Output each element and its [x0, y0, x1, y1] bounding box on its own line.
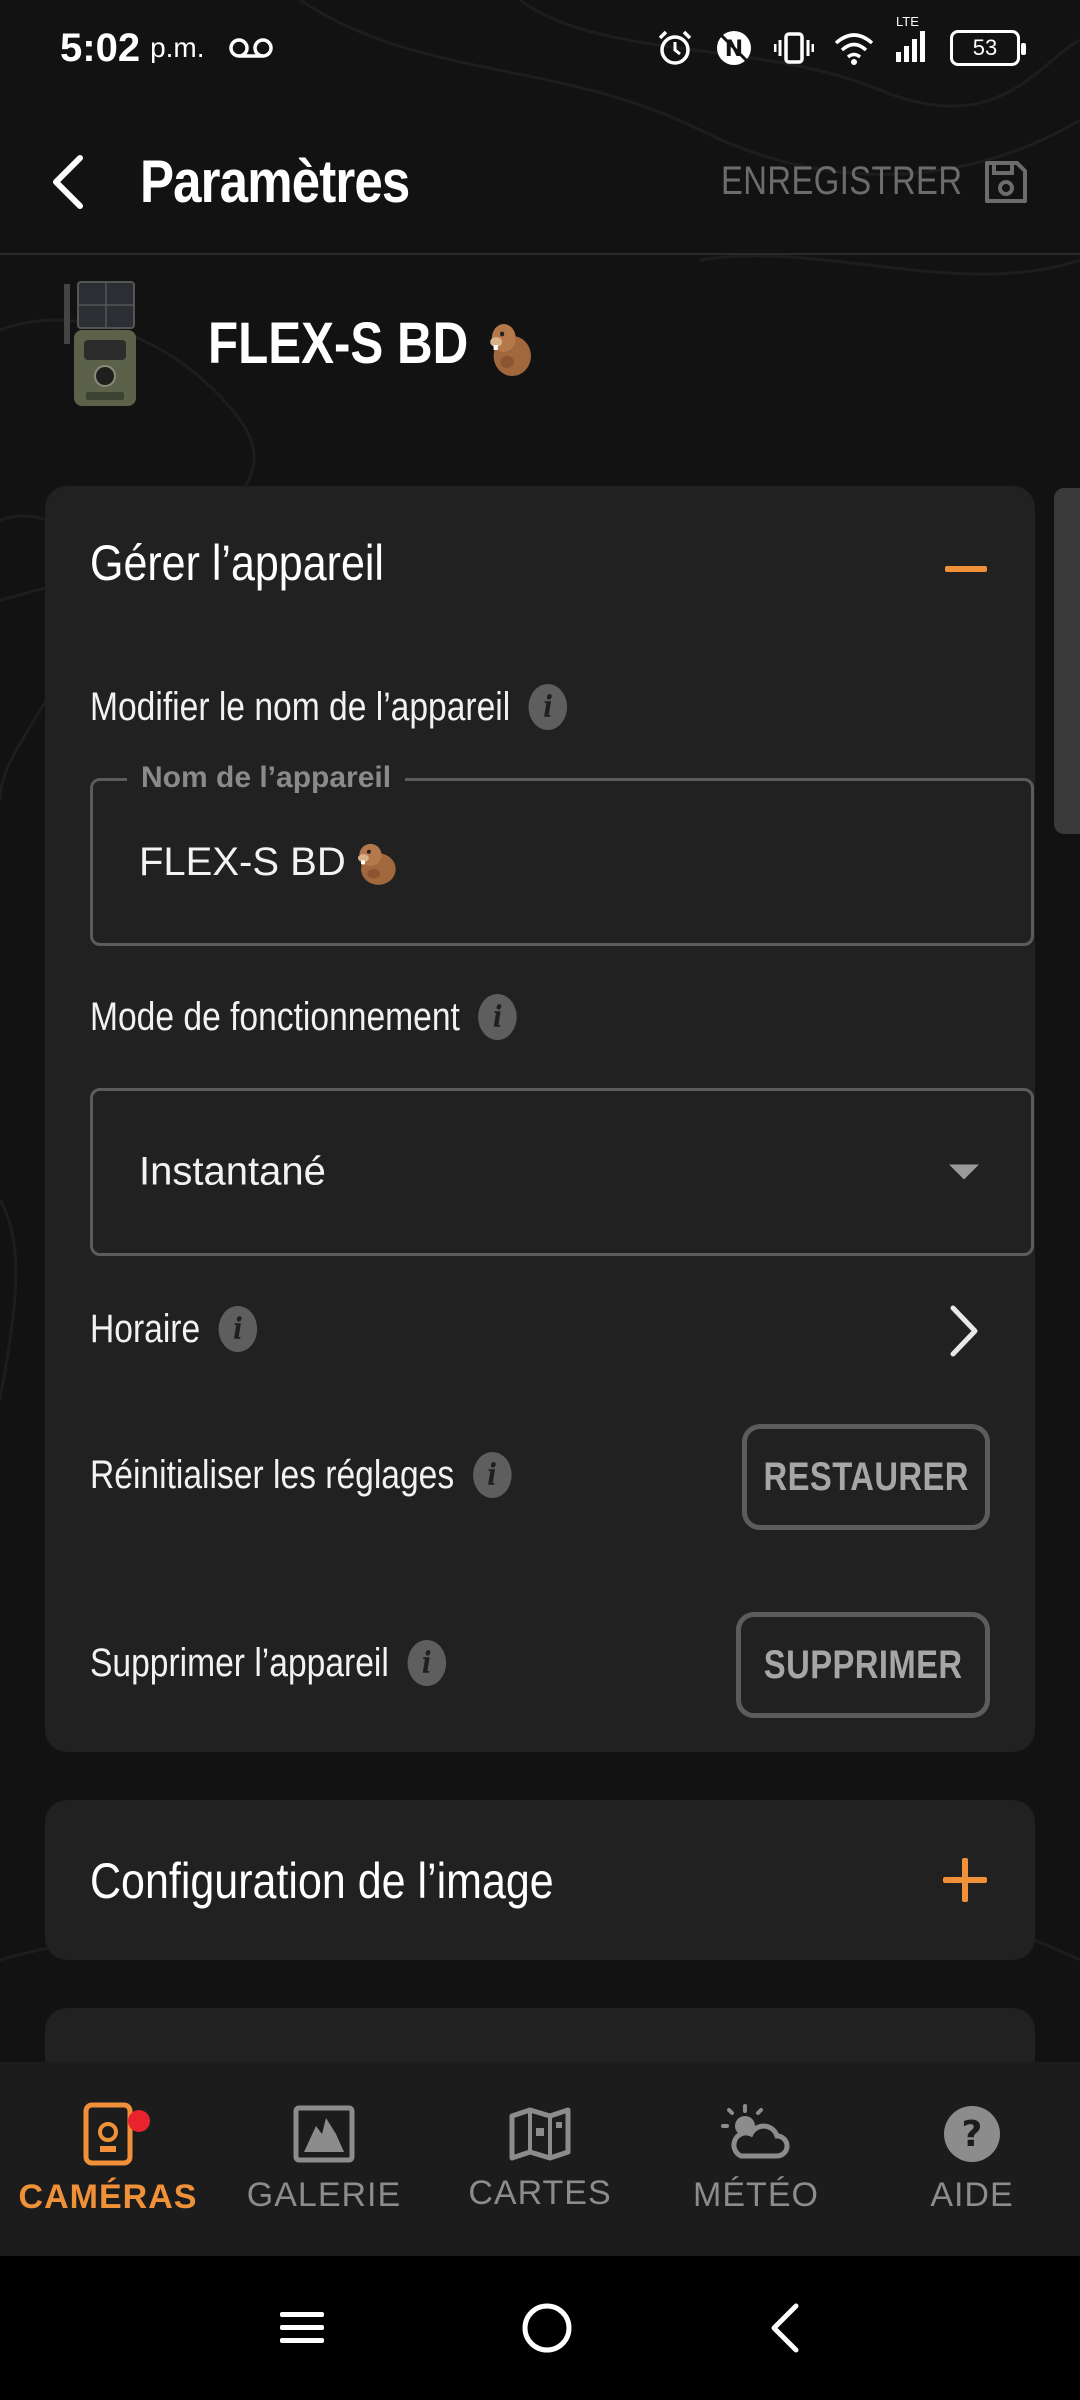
wifi-icon	[834, 33, 874, 65]
rename-label: Modifier le nom de l’appareil i	[90, 684, 568, 730]
save-label: ENREGISTRER	[720, 159, 962, 203]
restore-button[interactable]: RESTAURER	[742, 1424, 990, 1530]
device-header: FLEX-S BD	[0, 270, 1080, 420]
manage-device-card: Gérer l’appareil Modifier le nom de l’ap…	[45, 486, 1035, 1752]
mode-label: Mode de fonctionnement i	[90, 994, 517, 1040]
notification-badge	[128, 2110, 150, 2132]
image-config-card[interactable]: Configuration de l’image	[45, 1800, 1035, 1960]
device-name: FLEX-S BD	[208, 310, 538, 381]
signal-indicator: LTE	[894, 14, 930, 69]
nfc-icon: N	[717, 31, 751, 65]
back-button[interactable]	[50, 152, 100, 212]
expand-plus-icon[interactable]	[943, 1858, 987, 1902]
nav-label-weather: MÉTÉO	[693, 2175, 819, 2214]
delete-label-text: Supprimer l’appareil	[90, 1640, 389, 1685]
delete-button-label: SUPPRIMER	[763, 1642, 963, 1687]
restore-button-label: RESTAURER	[763, 1454, 969, 1499]
save-button[interactable]: ENREGISTRER	[668, 158, 1030, 206]
delete-button[interactable]: SUPPRIMER	[736, 1612, 990, 1718]
camera-device-image	[64, 281, 136, 406]
back-arrow-icon	[53, 154, 83, 209]
info-icon[interactable]: i	[528, 684, 568, 730]
gallery-icon	[293, 2105, 355, 2162]
nav-label-maps: CARTES	[468, 2173, 612, 2212]
voicemail-icon	[228, 38, 273, 58]
status-time: 5:02	[60, 25, 141, 70]
schedule-label-text: Horaire	[90, 1306, 201, 1351]
nav-item-weather[interactable]: MÉTÉO	[648, 2062, 864, 2256]
nav-label-gallery: GALERIE	[246, 2175, 402, 2214]
back-icon[interactable]	[768, 2302, 802, 2354]
home-icon[interactable]	[521, 2302, 573, 2354]
save-icon	[985, 160, 1027, 203]
app-bar: Paramètres ENREGISTRER	[0, 110, 1080, 255]
signal-icon	[896, 30, 925, 62]
mode-select-value: Instantané	[139, 1149, 326, 1194]
page-title: Paramètres	[140, 148, 410, 215]
nav-label-cameras: CAMÉRAS	[18, 2177, 198, 2216]
image-config-title: Configuration de l’image	[90, 1853, 554, 1909]
battery-level: 53	[972, 35, 998, 60]
status-ampm: p.m.	[150, 32, 205, 63]
status-bar: 5:02 p.m. N LTE	[0, 0, 1080, 96]
status-icons: N LTE 53	[656, 14, 1026, 69]
scrollbar-thumb[interactable]	[1054, 488, 1080, 834]
chevron-right-icon[interactable]	[948, 1304, 980, 1358]
weather-icon	[721, 2103, 790, 2158]
help-icon: ?	[944, 2105, 1000, 2162]
info-icon[interactable]: i	[478, 994, 517, 1040]
bottom-nav: CAMÉRAS GALERIE CARTES MÉTÉO ? AIDE	[0, 2062, 1080, 2256]
info-icon[interactable]: i	[407, 1640, 446, 1686]
network-type: LTE	[896, 13, 919, 29]
reset-label-text: Réinitialiser les réglages	[90, 1452, 455, 1497]
menu-icon[interactable]	[278, 2308, 326, 2348]
system-nav-bar	[0, 2256, 1080, 2400]
device-name-text: FLEX-S BD	[208, 310, 469, 376]
battery-icon: 53	[950, 30, 1026, 66]
info-icon[interactable]: i	[218, 1306, 258, 1352]
manage-device-title: Gérer l’appareil	[90, 535, 384, 591]
svg-text:?: ?	[962, 2114, 983, 2155]
map-icon	[509, 2107, 571, 2160]
schedule-row[interactable]: Horaire i	[90, 1306, 258, 1352]
rename-label-text: Modifier le nom de l’appareil	[90, 684, 511, 729]
mode-label-text: Mode de fonctionnement	[90, 994, 460, 1039]
device-name-field[interactable]: Nom de l’appareil FLEX-S BD	[90, 761, 1034, 946]
mode-select[interactable]: Instantané	[90, 1088, 1034, 1256]
nav-item-gallery[interactable]: GALERIE	[216, 2062, 432, 2256]
info-icon[interactable]: i	[472, 1452, 512, 1498]
device-name-input-value: FLEX-S BD	[139, 839, 346, 884]
camera-icon	[83, 2102, 133, 2165]
nav-item-cameras[interactable]: CAMÉRAS	[0, 2062, 216, 2256]
beaver-emoji-icon	[357, 843, 396, 885]
beaver-emoji-icon	[490, 324, 532, 377]
dropdown-arrow-icon	[949, 1164, 979, 1180]
device-name-field-legend: Nom de l’appareil	[127, 761, 406, 795]
collapse-minus-icon[interactable]	[945, 566, 987, 574]
device-name-input[interactable]: FLEX-S BD	[139, 836, 402, 888]
reset-label: Réinitialiser les réglages i	[90, 1452, 512, 1498]
nav-label-help: AIDE	[930, 2175, 1014, 2214]
vibrate-icon	[774, 32, 814, 64]
next-section-card	[45, 2008, 1035, 2068]
alarm-icon	[658, 30, 692, 65]
nav-item-help[interactable]: ? AIDE	[864, 2062, 1080, 2256]
delete-label: Supprimer l’appareil i	[90, 1640, 446, 1686]
nav-item-maps[interactable]: CARTES	[432, 2062, 648, 2256]
